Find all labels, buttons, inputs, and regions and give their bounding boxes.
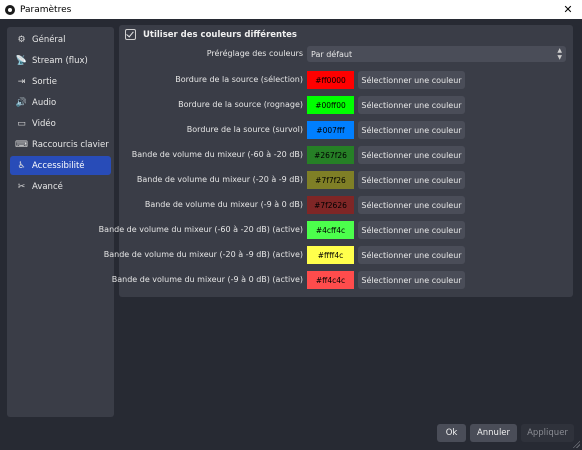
sidebar-item-label: Raccourcis clavier — [32, 139, 109, 150]
sidebar-item-label: Accessibilité — [32, 160, 85, 171]
color-preset-label: Préréglage des couleurs — [206, 49, 303, 58]
color-setting-row: Bande de volume du mixeur (-20 à -9 dB) #… — [119, 170, 573, 190]
sidebar-item-label: Audio — [32, 97, 57, 108]
color-setting-label: Bordure de la source (survol) — [186, 125, 303, 134]
color-setting-label: Bande de volume du mixeur (-60 à -20 dB) — [131, 150, 303, 159]
color-setting-label: Bande de volume du mixeur (-9 à 0 dB) — [144, 200, 303, 209]
color-setting-label: Bande de volume du mixeur (-20 à -9 dB) … — [103, 250, 303, 259]
color-swatch: #00ff00 — [307, 96, 354, 114]
output-icon: ⇥ — [17, 76, 26, 87]
sidebar-item-2[interactable]: ⇥ Sortie — [10, 72, 111, 91]
color-preset-select[interactable]: Par défaut ▲ ▼ — [307, 46, 566, 62]
select-color-button[interactable]: Sélectionner une couleur — [358, 121, 465, 139]
color-setting-row: Bordure de la source (sélection) #ff0000 S… — [119, 70, 573, 90]
sidebar-item-label: Vidéo — [32, 118, 56, 129]
color-setting-label: Bande de volume du mixeur (-60 à -20 dB)… — [98, 225, 303, 234]
cancel-button[interactable]: Annuler — [470, 424, 517, 442]
title-bar: Paramètres ✕ — [0, 0, 582, 19]
checkbox-checked-icon[interactable] — [125, 29, 136, 40]
speaker-icon: 🔊 — [15, 97, 28, 108]
color-setting-row: Bande de volume du mixeur (-9 à 0 dB) (a… — [112, 270, 573, 290]
window-title: Paramètres — [20, 4, 72, 15]
accessibility-icon: ♿ — [17, 160, 26, 171]
select-color-button[interactable]: Sélectionner une couleur — [358, 96, 465, 114]
color-setting-row: Bande de volume du mixeur (-20 à -9 dB) … — [104, 245, 573, 265]
select-color-button[interactable]: Sélectionner une couleur — [358, 171, 465, 189]
sidebar-item-0[interactable]: ⚙ Général — [10, 30, 111, 49]
sidebar-item-label: Général — [32, 34, 66, 45]
select-color-button[interactable]: Sélectionner une couleur — [358, 271, 465, 289]
color-setting-label: Bande de volume du mixeur (-9 à 0 dB) (a… — [111, 275, 303, 284]
color-swatch: #ff4c4c — [307, 271, 354, 289]
keyboard-icon: ⌨ — [15, 139, 28, 150]
color-setting-row: Bande de volume du mixeur (-60 à -20 dB)… — [99, 220, 573, 240]
accessibility-panel: Utiliser des couleurs différentes Prérég… — [99, 25, 573, 297]
sidebar-item-3[interactable]: 🔊 Audio — [10, 93, 111, 112]
monitor-icon: ▭ — [17, 118, 26, 129]
obs-logo-icon — [5, 4, 15, 15]
color-setting-row: Bordure de la source (survol) #007fff Séle… — [119, 120, 573, 140]
select-arrows-icon: ▲ ▼ — [557, 47, 562, 61]
sidebar-item-4[interactable]: ▭ Vidéo — [10, 114, 111, 133]
resize-grip-icon[interactable] — [572, 440, 580, 448]
color-setting-label: Bordure de la source (rognage) — [178, 100, 303, 109]
use-custom-colors-checkbox[interactable]: Utiliser des couleurs différentes — [125, 29, 297, 40]
color-preset-row: Préréglage des couleurs Par défaut ▲ ▼ — [119, 46, 573, 63]
color-swatch: #007fff — [307, 121, 354, 139]
select-color-button[interactable]: Sélectionner une couleur — [358, 71, 465, 89]
color-swatch: #ffff4c — [307, 246, 354, 264]
select-color-button[interactable]: Sélectionner une couleur — [358, 146, 465, 164]
select-color-button[interactable]: Sélectionner une couleur — [358, 221, 465, 239]
sidebar-item-6[interactable]: ♿ Accessibilité — [10, 156, 111, 175]
broadcast-icon: 📡 — [15, 55, 28, 66]
color-setting-label: Bande de volume du mixeur (-20 à -9 dB) — [136, 175, 303, 184]
settings-sidebar: ⚙ Général 📡 Stream (flux) ⇥ Sortie 🔊 Audio ▭ Vidé… — [7, 27, 114, 417]
sidebar-item-label: Sortie — [32, 76, 58, 87]
color-swatch: #4cff4c — [307, 221, 354, 239]
color-setting-label: Bordure de la source (sélection) — [175, 75, 303, 84]
sidebar-item-7[interactable]: ✂ Avancé — [10, 177, 111, 196]
ok-button[interactable]: Ok — [437, 424, 466, 442]
color-setting-row: Bande de volume du mixeur (-9 à 0 dB) #7f… — [119, 195, 573, 215]
tools-icon: ✂ — [17, 181, 26, 192]
sidebar-item-label: Avancé — [32, 181, 63, 192]
close-icon[interactable]: ✕ — [554, 0, 582, 19]
apply-button[interactable]: Appliquer — [521, 424, 574, 442]
color-swatch: #7f7f26 — [307, 171, 354, 189]
sidebar-item-5[interactable]: ⌨ Raccourcis clavier — [10, 135, 111, 154]
color-swatch: #267f26 — [307, 146, 354, 164]
select-color-button[interactable]: Sélectionner une couleur — [358, 196, 465, 214]
gear-icon: ⚙ — [17, 34, 26, 45]
use-custom-colors-label: Utiliser des couleurs différentes — [143, 29, 297, 40]
color-setting-row: Bordure de la source (rognage) #00ff00 Sél… — [119, 95, 573, 115]
sidebar-item-1[interactable]: 📡 Stream (flux) — [10, 51, 111, 70]
select-color-button[interactable]: Sélectionner une couleur — [358, 246, 465, 264]
color-preset-value: Par défaut — [311, 49, 353, 59]
color-setting-row: Bande de volume du mixeur (-60 à -20 dB)… — [119, 145, 573, 165]
color-swatch: #7f2626 — [307, 196, 354, 214]
sidebar-item-label: Stream (flux) — [32, 55, 88, 66]
color-swatch: #ff0000 — [307, 71, 354, 89]
